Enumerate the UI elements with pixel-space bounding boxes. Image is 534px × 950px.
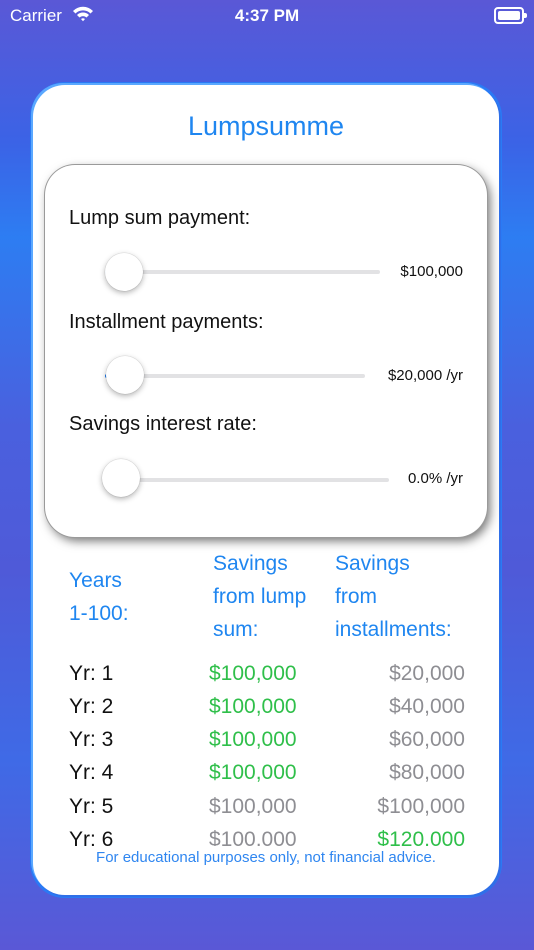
row-lump: $100,000 (209, 695, 297, 718)
row-installments: $120,000 (377, 828, 465, 846)
results-list[interactable]: Yr: 1 $100,000 $20,000 Yr: 2 $100,000 $4… (33, 660, 499, 846)
row-installments: $60,000 (389, 728, 465, 751)
lump-sum-slider[interactable] (105, 270, 380, 274)
installments-label: Installment payments: (69, 311, 264, 333)
row-installments: $20,000 (389, 662, 465, 685)
header-inst-line2: from (335, 585, 377, 608)
row-lump: $100,000 (209, 795, 297, 818)
row-lump: $100,000 (209, 761, 297, 784)
row-year: Yr: 6 (69, 828, 114, 846)
header-installments: Savings from installments: (335, 547, 452, 646)
lump-sum-slider-thumb[interactable] (105, 253, 143, 291)
interest-label: Savings interest rate: (69, 413, 257, 435)
header-lump: Savings from lump sum: (213, 547, 306, 646)
installments-value: $20,000 /yr (387, 367, 463, 384)
table-row: Yr: 2 $100,000 $40,000 (33, 695, 499, 729)
table-row: Yr: 1 $100,000 $20,000 (33, 662, 499, 696)
row-lump: $100,000 (209, 828, 297, 846)
interest-slider-thumb[interactable] (102, 459, 140, 497)
table-row: Yr: 6 $100,000 $120,000 (33, 828, 499, 846)
lump-sum-label: Lump sum payment: (69, 207, 251, 229)
header-lump-line1: Savings (213, 552, 288, 575)
row-year: Yr: 3 (69, 728, 114, 751)
table-row: Yr: 3 $100,000 $60,000 (33, 728, 499, 762)
table-row: Yr: 5 $100,000 $100,000 (33, 795, 499, 829)
header-inst-line1: Savings (335, 552, 410, 575)
header-lump-line2: from lump (213, 585, 307, 608)
header-lump-line3: sum: (213, 618, 259, 641)
clock: 4:37 PM (234, 6, 300, 25)
row-year: Yr: 2 (69, 695, 114, 718)
header-inst-line3: installments: (335, 618, 452, 641)
header-years-line2: 1-100: (69, 602, 129, 625)
row-lump: $100,000 (209, 662, 297, 685)
row-installments: $80,000 (389, 761, 465, 784)
row-year: Yr: 5 (69, 795, 114, 818)
header-years: Years 1-100: (69, 564, 129, 630)
inputs-panel: Lump sum payment: $100,000 Installment p… (45, 165, 487, 537)
row-year: Yr: 4 (69, 761, 114, 784)
table-row: Yr: 4 $100,000 $80,000 (33, 761, 499, 795)
row-year: Yr: 1 (69, 662, 114, 685)
disclaimer: For educational purposes only, not finan… (96, 849, 436, 866)
interest-slider[interactable] (103, 478, 389, 482)
row-lump: $100,000 (209, 728, 297, 751)
status-bar: Carrier 4:37 PM (0, 0, 534, 30)
app-title: Lumpsumme (187, 111, 345, 141)
lump-sum-value: $100,000 (400, 263, 463, 280)
interest-value: 0.0% /yr (407, 470, 463, 487)
main-card: Lumpsumme Lump sum payment: $100,000 Ins… (33, 85, 499, 895)
row-installments: $40,000 (389, 695, 465, 718)
battery-icon (494, 7, 527, 24)
row-installments: $100,000 (377, 795, 465, 818)
header-years-line1: Years (69, 569, 122, 592)
installments-slider-thumb[interactable] (106, 356, 144, 394)
installments-slider[interactable] (105, 374, 365, 378)
